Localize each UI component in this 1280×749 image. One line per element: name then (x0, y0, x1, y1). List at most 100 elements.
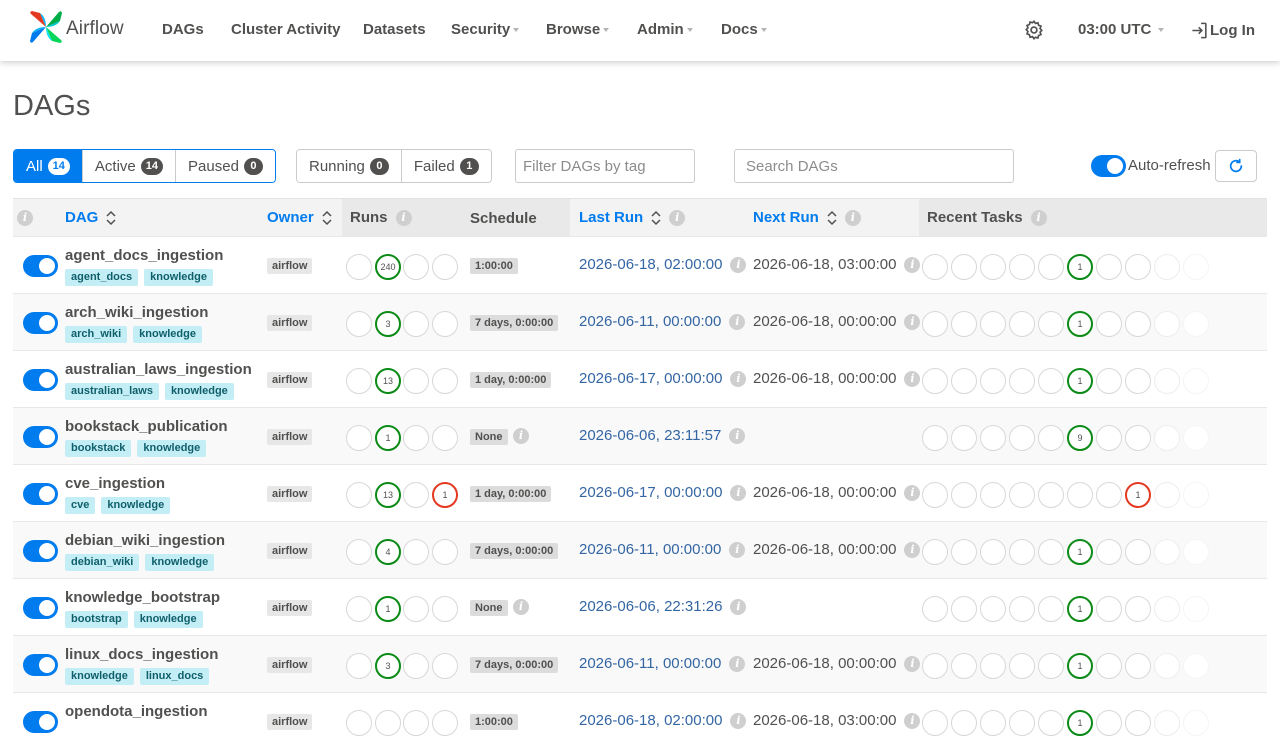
task-state-circle[interactable] (951, 254, 977, 280)
run-state-circle[interactable]: 1 (375, 425, 401, 451)
login-link[interactable]: Log In (1190, 21, 1255, 40)
task-state-circle[interactable] (1096, 425, 1122, 451)
run-state-circle[interactable] (375, 710, 401, 736)
timezone-dropdown[interactable]: 03:00 UTC (1078, 21, 1165, 38)
task-state-circle[interactable] (1009, 254, 1035, 280)
info-icon[interactable]: i (669, 209, 686, 226)
task-state-circle[interactable] (1096, 539, 1122, 565)
task-state-circle[interactable] (1009, 710, 1035, 736)
task-state-circle[interactable] (1096, 482, 1122, 508)
task-state-circle[interactable]: 1 (1067, 254, 1093, 280)
dag-tag[interactable]: arch_wiki (65, 326, 128, 343)
task-state-circle[interactable] (951, 710, 977, 736)
task-state-circle[interactable] (1038, 596, 1064, 622)
task-state-circle[interactable] (951, 596, 977, 622)
run-state-circle[interactable]: 3 (375, 311, 401, 337)
run-state-circle[interactable] (403, 482, 429, 508)
task-state-circle[interactable] (1154, 653, 1180, 679)
dag-id-link[interactable]: agent_docs_ingestion (65, 247, 223, 264)
last-run-link[interactable]: 2026-06-18, 02:00:00 i (579, 712, 747, 729)
task-state-circle[interactable] (1125, 425, 1151, 451)
task-state-circle[interactable] (1038, 710, 1064, 736)
task-state-circle[interactable] (1009, 539, 1035, 565)
last-run-link[interactable]: 2026-06-17, 00:00:00 i (579, 370, 747, 387)
task-state-circle[interactable] (922, 596, 948, 622)
dag-pause-toggle[interactable] (23, 654, 58, 676)
task-state-circle[interactable]: 9 (1067, 425, 1093, 451)
owner-badge[interactable]: airflow (267, 657, 313, 673)
dag-tag[interactable]: knowledge (133, 326, 202, 343)
task-state-circle[interactable] (951, 653, 977, 679)
task-state-circle[interactable] (1154, 596, 1180, 622)
dag-id-link[interactable]: debian_wiki_ingestion (65, 532, 225, 549)
dag-tag[interactable]: knowledge (144, 269, 213, 286)
info-icon[interactable]: i (513, 599, 529, 615)
dag-tag[interactable]: knowledge (164, 383, 234, 400)
task-state-circle[interactable] (1183, 710, 1209, 736)
task-state-circle[interactable] (1009, 425, 1035, 451)
dag-id-link[interactable]: linux_docs_ingestion (65, 646, 218, 663)
task-state-circle[interactable] (1096, 710, 1122, 736)
task-state-circle[interactable] (1154, 710, 1180, 736)
task-state-circle[interactable] (1038, 482, 1064, 508)
dag-pause-toggle[interactable] (23, 255, 58, 277)
task-state-circle[interactable]: 1 (1067, 368, 1093, 394)
task-state-circle[interactable] (1125, 311, 1151, 337)
task-state-circle[interactable] (1009, 311, 1035, 337)
run-state-circle[interactable] (346, 596, 372, 622)
search-input[interactable] (734, 149, 1014, 183)
last-run-link[interactable]: 2026-06-11, 00:00:00 i (579, 541, 746, 558)
run-state-circle[interactable] (432, 539, 458, 565)
task-state-circle[interactable] (922, 425, 948, 451)
info-icon[interactable]: i (1030, 209, 1047, 226)
task-state-circle[interactable] (1154, 425, 1180, 451)
task-state-circle[interactable]: 1 (1067, 710, 1093, 736)
task-state-circle[interactable] (1038, 539, 1064, 565)
task-state-circle[interactable] (922, 368, 948, 394)
info-icon[interactable]: i (730, 712, 747, 729)
info-icon[interactable]: i (513, 428, 529, 444)
schedule-badge[interactable]: 7 days, 0:00:00 (470, 543, 559, 559)
info-icon[interactable]: i (904, 370, 921, 387)
task-state-circle[interactable] (980, 368, 1006, 394)
task-state-circle[interactable] (1154, 254, 1180, 280)
dag-id-link[interactable]: australian_laws_ingestion (65, 361, 252, 378)
run-state-circle[interactable] (346, 653, 372, 679)
task-state-circle[interactable] (980, 311, 1006, 337)
info-icon[interactable]: i (904, 712, 921, 729)
task-state-circle[interactable] (922, 710, 948, 736)
dag-pause-toggle[interactable] (23, 597, 58, 619)
dag-pause-toggle[interactable] (23, 369, 58, 391)
owner-badge[interactable]: airflow (267, 315, 313, 331)
schedule-badge[interactable]: 1 day, 0:00:00 (470, 486, 552, 502)
run-state-circle[interactable] (346, 425, 372, 451)
run-state-circle[interactable] (432, 254, 458, 280)
dag-tag[interactable]: knowledge (145, 554, 215, 571)
owner-badge[interactable]: airflow (267, 543, 313, 559)
owner-badge[interactable]: airflow (267, 486, 313, 502)
run-state-circle[interactable] (432, 596, 458, 622)
task-state-circle[interactable] (1125, 710, 1151, 736)
filter-all-button[interactable]: All 14 (14, 150, 83, 182)
dag-tag[interactable]: debian_wiki (65, 554, 140, 571)
autorefresh-toggle[interactable] (1091, 155, 1126, 177)
owner-badge[interactable]: airflow (267, 429, 313, 445)
task-state-circle[interactable] (1183, 368, 1209, 394)
task-state-circle[interactable] (1183, 539, 1209, 565)
task-state-circle[interactable] (1183, 482, 1209, 508)
task-state-circle[interactable] (980, 482, 1006, 508)
task-state-circle[interactable]: 1 (1067, 653, 1093, 679)
task-state-circle[interactable] (980, 425, 1006, 451)
run-state-circle[interactable] (346, 368, 372, 394)
nav-browse[interactable]: Browse (546, 21, 610, 38)
brand[interactable]: Airflow (28, 9, 124, 45)
info-icon[interactable]: i (904, 313, 921, 330)
task-state-circle[interactable] (1125, 368, 1151, 394)
info-icon[interactable]: i (17, 210, 33, 226)
task-state-circle[interactable] (922, 482, 948, 508)
refresh-button[interactable] (1215, 150, 1257, 182)
run-state-circle[interactable] (346, 254, 372, 280)
task-state-circle[interactable] (1038, 425, 1064, 451)
dag-id-link[interactable]: bookstack_publication (65, 418, 228, 435)
task-state-circle[interactable] (951, 482, 977, 508)
